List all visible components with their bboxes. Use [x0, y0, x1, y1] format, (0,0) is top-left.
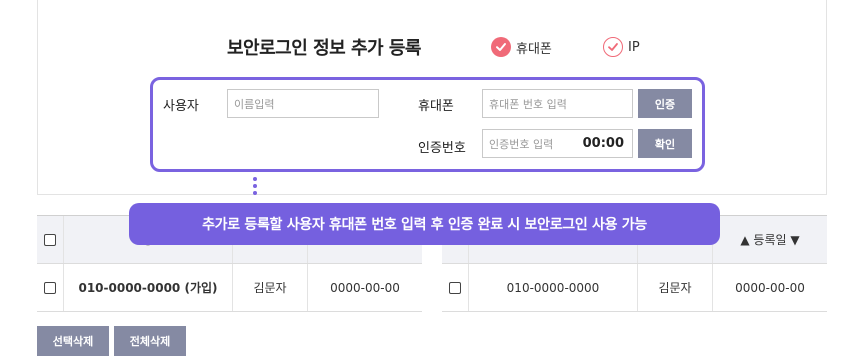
code-input[interactable]: 인증번호 입력 00:00: [482, 129, 633, 158]
confirm-button[interactable]: 확인: [638, 129, 692, 158]
table-row: 010-0000-0000 (가입) 김문자 0000-00-00: [37, 264, 422, 312]
row-date: 0000-00-00: [330, 280, 400, 295]
option-phone-label: 휴대폰: [516, 41, 552, 57]
phone-input[interactable]: 휴대폰 번호 입력: [482, 89, 633, 118]
row-phone: 010-0000-0000 (가입): [64, 264, 233, 311]
select-all-cell: [37, 216, 64, 263]
row-name: 김문자: [638, 264, 713, 311]
select-all-checkbox[interactable]: [44, 233, 56, 246]
delete-all-button[interactable]: 전체삭제: [114, 326, 186, 356]
verify-button[interactable]: 인증: [638, 89, 692, 118]
phone-label: 휴대폰: [418, 99, 454, 114]
option-phone[interactable]: 휴대폰: [491, 37, 552, 57]
option-ip[interactable]: IP: [603, 37, 640, 57]
check-circle-filled-icon: [491, 37, 511, 57]
user-name-placeholder: 이름입력: [234, 97, 275, 111]
guide-tooltip: 추가로 등록할 사용자 휴대폰 번호 입력 후 인증 완료 시 보안로그인 사용…: [129, 203, 720, 245]
countdown-timer: 00:00: [582, 136, 624, 151]
connector-dots: [253, 177, 257, 198]
row-checkbox[interactable]: [44, 281, 56, 294]
row-name: 김문자: [233, 264, 308, 311]
row-select-cell: [37, 264, 64, 311]
form-title: 보안로그인 정보 추가 등록: [227, 38, 421, 59]
registration-form: 사용자 이름입력 휴대폰 휴대폰 번호 입력 인증 인증번호 인증번호 입력 0…: [150, 77, 705, 172]
phone-placeholder: 휴대폰 번호 입력: [489, 97, 567, 111]
row-select-cell: [442, 264, 469, 311]
user-name-input[interactable]: 이름입력: [227, 89, 379, 118]
table-row: 010-0000-0000 김문자 0000-00-00: [442, 264, 827, 312]
row-phone: 010-0000-0000: [469, 264, 638, 311]
check-circle-outline-icon: [603, 37, 623, 57]
user-label: 사용자: [163, 99, 199, 114]
tooltip-text: 추가로 등록할 사용자 휴대폰 번호 입력 후 인증 완료 시 보안로그인 사용…: [202, 217, 647, 233]
code-placeholder: 인증번호 입력: [489, 137, 554, 151]
option-ip-label: IP: [628, 39, 640, 55]
row-checkbox[interactable]: [449, 281, 461, 294]
code-label: 인증번호: [418, 141, 466, 156]
sort-date-header[interactable]: ▲ 등록일 ▼: [713, 216, 827, 263]
delete-selected-button[interactable]: 선택삭제: [37, 326, 109, 356]
row-date: 0000-00-00: [735, 280, 805, 295]
